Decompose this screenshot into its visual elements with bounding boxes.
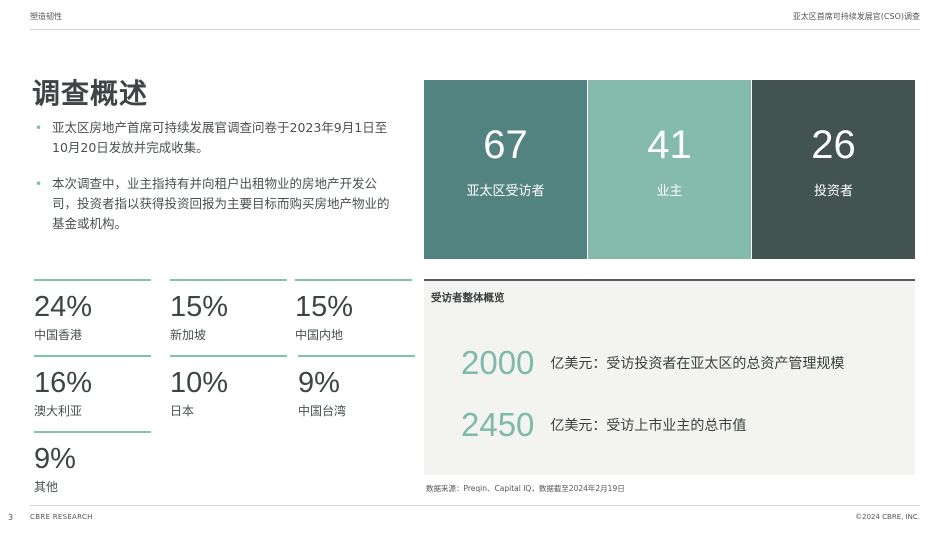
stat-region: 澳大利亚 bbox=[34, 404, 83, 418]
region-stat-taiwan: 9% 中国台湾 bbox=[298, 355, 415, 419]
kpi-owners: 41 业主 bbox=[588, 80, 751, 259]
footer-copyright: ©2024 CBRE, INC. bbox=[855, 513, 920, 521]
region-stat-australia: 16% 澳大利亚 bbox=[34, 355, 151, 419]
kpi-label: 业主 bbox=[656, 184, 683, 199]
footer-divider bbox=[30, 505, 920, 506]
kpi-value: 41 bbox=[647, 123, 692, 167]
overview-number: 2450 bbox=[461, 406, 535, 443]
overview-text: 亿美元：受访投资者在亚太区的总资产管理规模 bbox=[550, 356, 845, 372]
stat-percent: 15% bbox=[170, 291, 229, 323]
stat-region: 中国台湾 bbox=[298, 404, 347, 418]
kpi-value: 26 bbox=[811, 123, 856, 167]
kpi-label: 亚太区受访者 bbox=[466, 184, 545, 199]
stat-rule bbox=[295, 279, 412, 281]
stat-percent: 10% bbox=[170, 367, 229, 399]
kpi-respondents: 67 亚太区受访者 bbox=[424, 80, 587, 259]
overview-row-aum: 2000 亿美元：受访投资者在亚太区的总资产管理规模 bbox=[461, 345, 844, 381]
bullet-dot-icon: • bbox=[35, 121, 43, 135]
stat-percent: 9% bbox=[298, 367, 340, 399]
bullet-item: • 亚太区房地产首席可持续发展官调查问卷于2023年9月1日至10月20日发放并完… bbox=[34, 118, 394, 158]
data-source-note: 数据来源：Preqin、Capital IQ，数据截至2024年2月19日 bbox=[426, 484, 625, 493]
footer-brand: CBRE RESEARCH bbox=[30, 513, 93, 521]
stat-region: 中国内地 bbox=[295, 328, 344, 342]
stat-percent: 16% bbox=[34, 367, 93, 399]
bullet-text: 亚太区房地产首席可持续发展官调查问卷于2023年9月1日至10月20日发放并完成… bbox=[52, 120, 388, 155]
header-report-title: 亚太区首席可持续发展官(CSO)调查 bbox=[792, 12, 920, 21]
overview-row-marketcap: 2450 亿美元：受访上市业主的总市值 bbox=[461, 407, 746, 443]
stat-rule bbox=[34, 279, 151, 281]
stat-percent: 15% bbox=[295, 291, 354, 323]
kpi-value: 67 bbox=[483, 123, 528, 167]
overview-title: 受访者整体概览 bbox=[431, 292, 505, 304]
bullet-item: • 本次调查中，业主指持有并向租户出租物业的房地产开发公司，投资者指以获得投资回报… bbox=[34, 174, 394, 234]
stat-rule bbox=[170, 355, 287, 357]
region-stat-singapore: 15% 新加坡 bbox=[170, 279, 287, 343]
bullet-dot-icon: • bbox=[35, 177, 43, 191]
stat-region: 日本 bbox=[170, 404, 195, 418]
stat-rule bbox=[170, 279, 287, 281]
summary-bullets: • 亚太区房地产首席可持续发展官调查问卷于2023年9月1日至10月20日发放并完… bbox=[34, 118, 394, 250]
stat-region: 中国香港 bbox=[34, 328, 83, 342]
page-title: 调查概述 bbox=[32, 77, 149, 110]
stat-region: 新加坡 bbox=[170, 328, 207, 342]
overview-panel: 受访者整体概览 2000 亿美元：受访投资者在亚太区的总资产管理规模 2450 … bbox=[424, 279, 915, 475]
region-stat-hongkong: 24% 中国香港 bbox=[34, 279, 151, 343]
overview-text: 亿美元：受访上市业主的总市值 bbox=[550, 418, 747, 434]
stat-rule bbox=[34, 355, 151, 357]
header-section-label: 塑造韧性 bbox=[30, 12, 62, 21]
bullet-text: 本次调查中，业主指持有并向租户出租物业的房地产开发公司，投资者指以获得投资回报为… bbox=[52, 176, 390, 231]
page-number: 3 bbox=[8, 513, 14, 522]
stat-rule bbox=[298, 355, 415, 357]
stat-percent: 24% bbox=[34, 291, 93, 323]
kpi-investors: 26 投资者 bbox=[752, 80, 915, 259]
overview-number: 2000 bbox=[461, 344, 535, 381]
region-stat-japan: 10% 日本 bbox=[170, 355, 287, 419]
header-divider bbox=[30, 29, 920, 30]
kpi-label: 投资者 bbox=[813, 184, 853, 199]
region-stat-other: 9% 其他 bbox=[34, 431, 151, 495]
stat-rule bbox=[34, 431, 151, 433]
stat-region: 其他 bbox=[34, 480, 59, 494]
stat-percent: 9% bbox=[34, 443, 76, 475]
region-stat-mainland: 15% 中国内地 bbox=[295, 279, 412, 343]
